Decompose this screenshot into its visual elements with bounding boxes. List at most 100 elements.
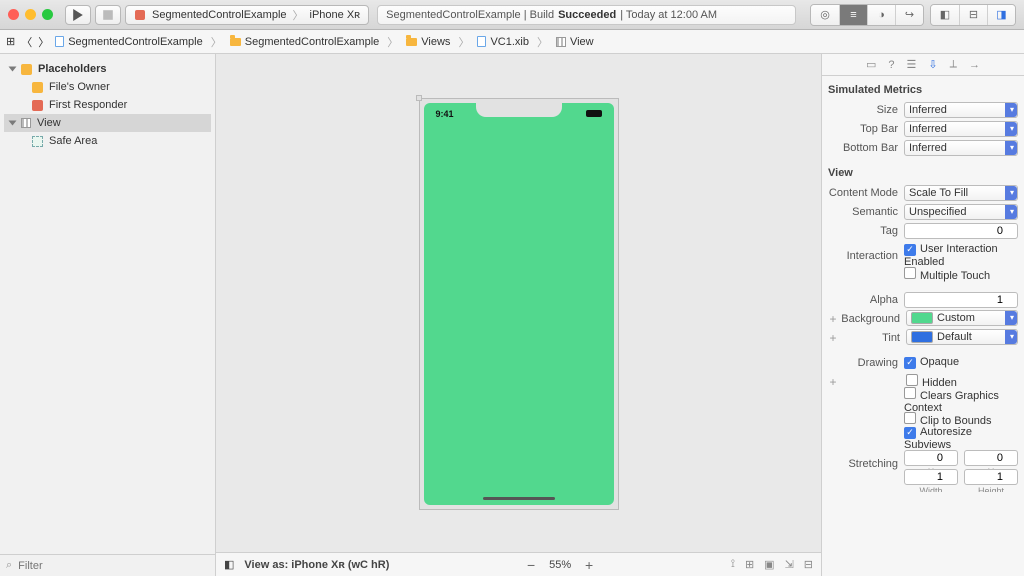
folder-icon — [406, 38, 417, 46]
help-inspector-tab[interactable]: ? — [888, 59, 894, 71]
stretch-x-field[interactable] — [904, 450, 958, 466]
add-variation-icon[interactable]: + — [828, 331, 838, 345]
jump-bar: ⊞ 〈 〉 SegmentedControlExample 〉 Segmente… — [0, 30, 1024, 54]
pin-icon[interactable]: ⊞ — [745, 558, 754, 571]
size-popup[interactable]: Inferred▾ — [904, 102, 1018, 118]
chevron-right-icon: 〉 — [211, 34, 222, 50]
stretch-height-field[interactable] — [964, 469, 1018, 485]
crumb-view[interactable]: View — [556, 36, 594, 48]
inspector-tabs: ▭ ? ☰ ⇩ ⟂ → — [822, 54, 1024, 76]
filter-icon: ⌕ — [6, 559, 12, 572]
disclosure-triangle-icon[interactable] — [9, 121, 17, 126]
section-view: View — [828, 167, 1018, 179]
embed-icon[interactable]: ▣ — [764, 558, 774, 571]
cube-icon — [32, 100, 43, 111]
statusbar-time: 9:41 — [436, 109, 454, 119]
crumb-folder[interactable]: Views — [406, 36, 450, 48]
close-icon[interactable] — [8, 9, 19, 20]
toolbar-right-cluster: ◎ ≡ ◑ ↪ ◧ ⊟ ◨ — [804, 4, 1016, 26]
forward-button[interactable]: 〉 — [38, 34, 49, 50]
editor-assistant-button[interactable]: ◑ — [867, 5, 895, 25]
semantic-popup[interactable]: Unspecified▾ — [904, 204, 1018, 220]
back-button[interactable]: 〈 — [21, 34, 32, 50]
attributes-inspector: ▭ ? ☰ ⇩ ⟂ → Simulated Metrics SizeInferr… — [822, 54, 1024, 576]
editor-version-button[interactable]: ↪ — [895, 5, 923, 25]
library-button[interactable]: ◎ — [811, 5, 839, 25]
tag-field[interactable] — [904, 223, 1018, 239]
multiple-touch-checkbox[interactable] — [904, 267, 916, 279]
cube-icon — [32, 82, 43, 93]
size-inspector-tab[interactable]: ⟂ — [950, 58, 957, 71]
zoom-out-button[interactable]: − — [523, 557, 539, 573]
bottombar-popup[interactable]: Inferred▾ — [904, 140, 1018, 156]
alpha-field[interactable] — [904, 292, 1018, 308]
view-as-label[interactable]: View as: iPhone Xʀ (wC hR) — [244, 559, 389, 571]
zoom-icon[interactable] — [42, 9, 53, 20]
align-icon[interactable]: ⟟ — [731, 558, 735, 571]
clip-to-bounds-checkbox[interactable] — [904, 412, 916, 424]
clears-context-checkbox[interactable] — [904, 387, 916, 399]
outline-placeholders[interactable]: Placeholders — [4, 60, 211, 78]
chevron-right-icon: 〉 — [537, 34, 548, 50]
content-mode-popup[interactable]: Scale To Fill▾ — [904, 185, 1018, 201]
root-view[interactable]: 9:41 — [424, 103, 614, 505]
crumb-group[interactable]: SegmentedControlExample — [230, 36, 380, 48]
opaque-checkbox[interactable]: ✓ — [904, 357, 916, 369]
stack-icon[interactable]: ⊟ — [804, 558, 813, 571]
interface-builder-canvas: 9:41 ◧ View as: iPhone Xʀ (wC hR) − 55% … — [216, 54, 822, 576]
connections-inspector-tab[interactable]: → — [969, 59, 980, 71]
toggle-outline-icon[interactable]: ◧ — [224, 558, 234, 571]
run-button[interactable] — [65, 5, 91, 25]
background-popup[interactable]: Custom▾ — [906, 310, 1018, 326]
tint-popup[interactable]: Default▾ — [906, 329, 1018, 345]
crumb-file[interactable]: VC1.xib — [477, 36, 529, 48]
doc-icon — [55, 36, 64, 47]
outline-files-owner[interactable]: File's Owner — [4, 78, 211, 96]
view-icon — [21, 118, 31, 128]
chevron-right-icon: 〉 — [458, 34, 469, 50]
safe-area-icon — [32, 136, 43, 147]
crumb-project[interactable]: SegmentedControlExample — [55, 36, 203, 48]
autoresize-checkbox[interactable]: ✓ — [904, 427, 916, 439]
stop-button[interactable] — [95, 5, 121, 25]
resolve-icon[interactable]: ⇲ — [785, 558, 794, 571]
scheme-selector[interactable]: SegmentedControlExample 〉 iPhone Xʀ — [125, 5, 369, 25]
section-simulated-metrics: Simulated Metrics — [828, 84, 1018, 96]
canvas-footer: ◧ View as: iPhone Xʀ (wC hR) − 55% + ⟟ ⊞… — [216, 552, 821, 576]
toggle-inspector-button[interactable]: ◨ — [987, 5, 1015, 25]
notch-icon — [476, 103, 562, 117]
status-suffix: | Today at 12:00 AM — [620, 9, 717, 21]
view-icon — [556, 37, 566, 47]
resize-handle-icon[interactable] — [416, 95, 422, 101]
outline-first-responder[interactable]: First Responder — [4, 96, 211, 114]
zoom-in-button[interactable]: + — [581, 557, 597, 573]
file-inspector-tab[interactable]: ▭ — [866, 58, 876, 71]
zoom-level[interactable]: 55% — [549, 559, 571, 571]
device-frame[interactable]: 9:41 — [419, 98, 619, 510]
stretch-y-field[interactable] — [964, 450, 1018, 466]
related-items-icon[interactable]: ⊞ — [6, 35, 15, 48]
home-indicator-icon — [483, 497, 555, 500]
canvas-area[interactable]: 9:41 — [216, 54, 821, 552]
add-variation-icon[interactable]: + — [828, 312, 838, 326]
attributes-inspector-tab[interactable]: ⇩ — [928, 58, 937, 71]
add-variation-icon[interactable]: + — [828, 375, 838, 389]
status-result: Succeeded — [558, 9, 616, 21]
user-interaction-checkbox[interactable]: ✓ — [904, 244, 916, 256]
outline-safe-area[interactable]: Safe Area — [4, 132, 211, 150]
minimize-icon[interactable] — [25, 9, 36, 20]
document-outline: Placeholders File's Owner First Responde… — [0, 54, 216, 576]
topbar-popup[interactable]: Inferred▾ — [904, 121, 1018, 137]
chevron-right-icon: 〉 — [387, 34, 398, 50]
disclosure-triangle-icon[interactable] — [9, 67, 17, 72]
filter-input[interactable] — [18, 560, 209, 572]
editor-standard-button[interactable]: ≡ — [839, 5, 867, 25]
toggle-debug-button[interactable]: ⊟ — [959, 5, 987, 25]
identity-inspector-tab[interactable]: ☰ — [907, 58, 917, 71]
toggle-navigator-button[interactable]: ◧ — [931, 5, 959, 25]
outline-view[interactable]: View — [4, 114, 211, 132]
stretch-width-field[interactable] — [904, 469, 958, 485]
swatch-icon — [911, 312, 933, 324]
hidden-checkbox[interactable] — [906, 374, 918, 386]
scheme-target: SegmentedControlExample — [152, 9, 287, 21]
